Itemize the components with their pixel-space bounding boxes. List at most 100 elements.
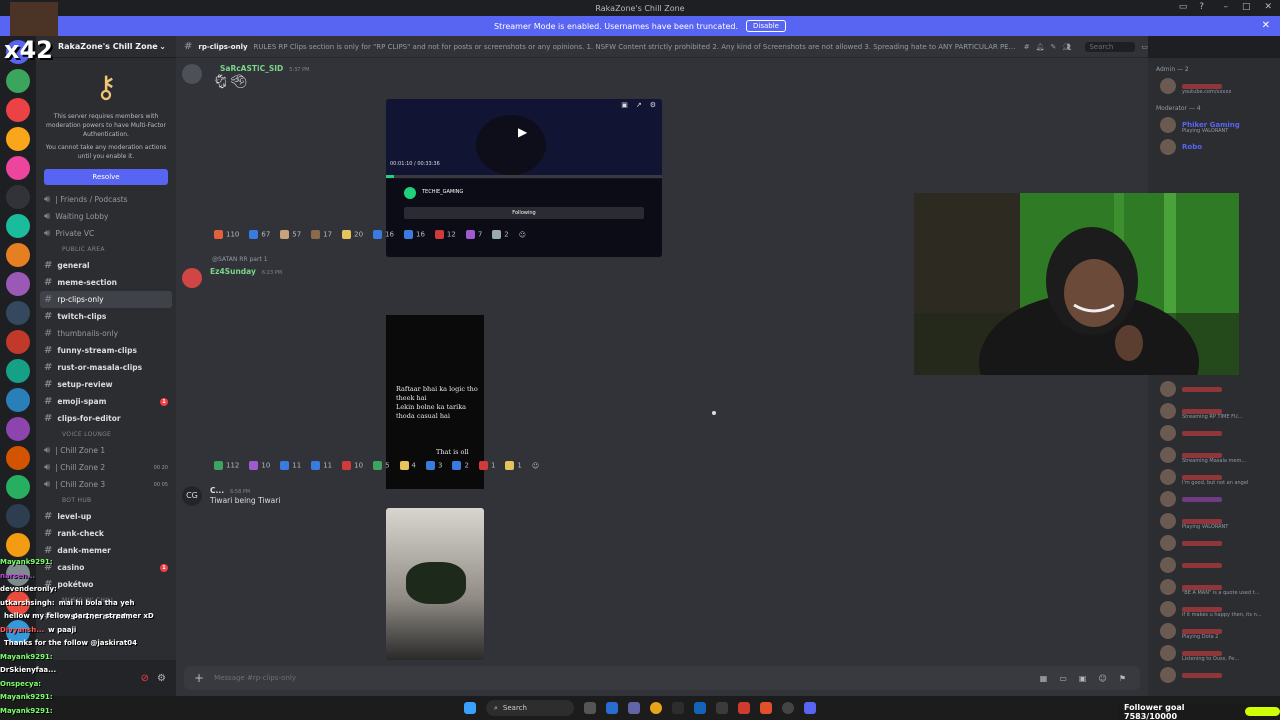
app-icon[interactable]: [716, 702, 728, 714]
channel-category[interactable]: PUBLIC AREA: [36, 242, 176, 257]
message-input[interactable]: Message #rp-clips-only: [214, 674, 296, 682]
channel-chill-zone-2[interactable]: 🔊︎ | Chill Zone 2 00 20: [36, 459, 176, 476]
channel-level-up[interactable]: # level-up: [36, 508, 176, 525]
server-icon[interactable]: [6, 533, 30, 557]
chevron-down-icon[interactable]: ⌄: [159, 42, 166, 51]
reaction[interactable]: 10: [342, 461, 363, 470]
inbox-header-icon[interactable]: ▭: [1141, 43, 1148, 51]
member-item[interactable]: [1148, 664, 1280, 686]
channel-rust-or-masala-clips[interactable]: # rust-or-masala-clips: [36, 359, 176, 376]
search-input[interactable]: Search: [1085, 41, 1136, 52]
app-icon[interactable]: [738, 702, 750, 714]
channel-setup-review[interactable]: # setup-review: [36, 376, 176, 393]
member-item[interactable]: youtube.com/xxxxx: [1148, 75, 1280, 97]
taskbar-search[interactable]: ⌕ Search: [486, 700, 574, 716]
reaction[interactable]: 11: [311, 461, 332, 470]
channel-waiting-lobby[interactable]: 🔊︎ Waiting Lobby: [36, 208, 176, 225]
message-author[interactable]: Ez4Sunday 6:23 PM: [210, 267, 282, 276]
member-item[interactable]: Playing Dota 2: [1148, 620, 1280, 642]
server-icon[interactable]: [6, 359, 30, 383]
task-view-icon[interactable]: [584, 702, 596, 714]
member-item[interactable]: [1148, 378, 1280, 400]
channel-topic[interactable]: RULES RP Clips section is only for "RP C…: [254, 43, 1018, 51]
reaction[interactable]: 3: [426, 461, 442, 470]
reaction[interactable]: 16: [373, 230, 394, 239]
avatar[interactable]: CG: [182, 486, 202, 506]
teams-icon[interactable]: [628, 702, 640, 714]
member-item[interactable]: Listening to Ouss, Pe...: [1148, 642, 1280, 664]
gift-icon[interactable]: ▦: [1040, 674, 1048, 683]
disable-streamer-mode-button[interactable]: Disable: [746, 20, 786, 32]
reaction[interactable]: 1: [478, 461, 495, 470]
reaction[interactable]: 110: [214, 230, 239, 239]
channel-emoji-spam[interactable]: # emoji-spam 1: [36, 393, 176, 410]
member-item[interactable]: Streaming Masala mem...: [1148, 444, 1280, 466]
server-icon[interactable]: [6, 127, 30, 151]
app-icon[interactable]: [606, 702, 618, 714]
member-item[interactable]: if it makes u happy then, its n...: [1148, 598, 1280, 620]
member-item[interactable]: [1148, 532, 1280, 554]
emoji-icon[interactable]: ☺: [1098, 674, 1106, 683]
reaction[interactable]: 5: [373, 461, 390, 470]
channel-private-vc[interactable]: 🔊︎ Private VC: [36, 225, 176, 242]
reaction[interactable]: 2: [492, 230, 509, 239]
reaction[interactable]: 11: [280, 461, 301, 470]
message-author[interactable]: C... 6:58 PM: [210, 486, 250, 495]
minimize-icon[interactable]: –: [1223, 2, 1228, 12]
video-settings-icon[interactable]: ⚙: [650, 101, 656, 109]
channel-rank-check[interactable]: # rank-check: [36, 525, 176, 542]
members-icon[interactable]: 👥︎: [1062, 43, 1071, 51]
obs-icon[interactable]: [782, 702, 794, 714]
channel-category[interactable]: Voice Lounge: [36, 427, 176, 442]
cast-icon[interactable]: ▣: [621, 101, 628, 109]
reaction[interactable]: 112: [214, 461, 239, 470]
maximize-icon[interactable]: □: [1242, 2, 1251, 12]
apps-icon[interactable]: ⚑: [1119, 674, 1126, 683]
member-item[interactable]: Phiker Gaming Playing VALORANT: [1148, 114, 1280, 136]
reaction[interactable]: 10: [249, 461, 270, 470]
message-composer[interactable]: + Message #rp-clips-only ▦ ▭ ▣ ☺ ⚑: [184, 666, 1140, 690]
add-reaction-icon[interactable]: ☺: [532, 462, 539, 470]
server-icon[interactable]: [6, 330, 30, 354]
reaction[interactable]: 2: [452, 461, 469, 470]
share-icon[interactable]: ↗: [636, 101, 642, 109]
member-item[interactable]: I'm good, but not an angel: [1148, 466, 1280, 488]
reaction[interactable]: 16: [403, 230, 425, 239]
channel-category[interactable]: Bot Hub: [36, 493, 176, 508]
chrome-icon[interactable]: [650, 702, 662, 714]
pin-icon[interactable]: ✎: [1051, 43, 1057, 51]
play-icon[interactable]: ▶: [518, 125, 527, 139]
notification-bell-icon[interactable]: 🔔︎: [1036, 43, 1045, 51]
server-icon[interactable]: [6, 388, 30, 412]
member-item[interactable]: [1148, 554, 1280, 576]
reply-reference[interactable]: @SATAN RR part 1: [212, 256, 268, 263]
server-icon[interactable]: [6, 185, 30, 209]
inbox-icon[interactable]: ▭: [1179, 2, 1188, 12]
channel-chill-zone-1[interactable]: 🔊︎ | Chill Zone 1: [36, 442, 176, 459]
server-icon[interactable]: [6, 214, 30, 238]
brave-icon[interactable]: [760, 702, 772, 714]
member-item[interactable]: Playing VALORANT: [1148, 510, 1280, 532]
channel-meme-section[interactable]: # meme-section: [36, 274, 176, 291]
server-icon[interactable]: [6, 504, 30, 528]
server-icon[interactable]: [6, 446, 30, 470]
server-icon[interactable]: [6, 69, 30, 93]
member-item[interactable]: Robo: [1148, 136, 1280, 158]
video-attachment[interactable]: [386, 508, 484, 660]
app-icon[interactable]: [672, 702, 684, 714]
close-banner-icon[interactable]: ✕: [1262, 20, 1270, 31]
server-icon[interactable]: [6, 475, 30, 499]
threads-icon[interactable]: #: [1024, 43, 1030, 51]
help-icon[interactable]: ?: [1199, 2, 1204, 12]
resolve-button[interactable]: Resolve: [44, 169, 168, 185]
channel-chill-zone-3[interactable]: 🔊︎ | Chill Zone 3 00 05: [36, 476, 176, 493]
add-reaction-icon[interactable]: ☺: [519, 231, 526, 239]
server-icon[interactable]: [6, 98, 30, 122]
reaction[interactable]: 17: [311, 230, 332, 239]
reaction[interactable]: 57: [280, 230, 301, 239]
message-author[interactable]: SaRcASTiC_SID 5:37 PM: [220, 64, 309, 73]
channel-general[interactable]: # general: [36, 257, 176, 274]
channel-thumbnails-only[interactable]: # thumbnails-only: [36, 325, 176, 342]
reaction[interactable]: 67: [249, 230, 270, 239]
channel-clips-for-editor[interactable]: # clips-for-editor: [36, 410, 176, 427]
